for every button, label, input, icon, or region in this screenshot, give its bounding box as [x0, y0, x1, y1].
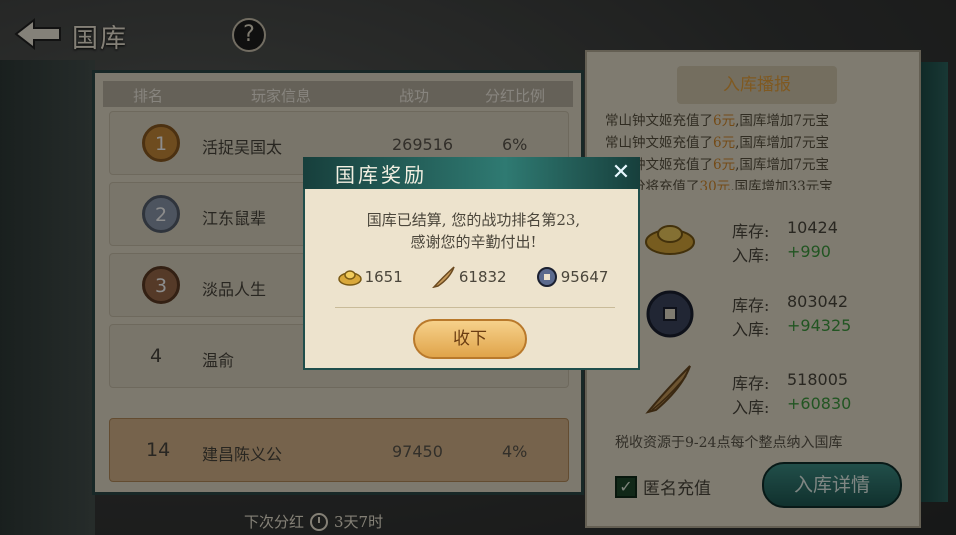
dialog-header: 国库奖励 ✕ [303, 157, 640, 189]
close-icon[interactable]: ✕ [608, 161, 634, 187]
message-line-1: 国库已结算, 您的战功排名第23, [366, 211, 581, 229]
reward-coin: 95647 [536, 266, 608, 288]
dialog-title: 国库奖励 [335, 163, 427, 187]
reward-grain: 61832 [431, 266, 507, 288]
grain-icon [431, 266, 455, 288]
gold-ingot-icon [337, 270, 362, 286]
message-line-2: 感谢您的辛勤付出! [410, 233, 537, 251]
divider [335, 307, 615, 308]
copper-coin-icon [536, 267, 557, 287]
reward-dialog: 国库奖励 ✕ 国库已结算, 您的战功排名第23, 感谢您的辛勤付出! 1651 … [303, 157, 640, 370]
reward-gold: 1651 [337, 268, 403, 286]
reward-list: 1651 61832 95647 [323, 263, 623, 291]
dialog-message: 国库已结算, 您的战功排名第23, 感谢您的辛勤付出! [305, 209, 642, 253]
accept-button[interactable]: 收下 [413, 319, 527, 359]
